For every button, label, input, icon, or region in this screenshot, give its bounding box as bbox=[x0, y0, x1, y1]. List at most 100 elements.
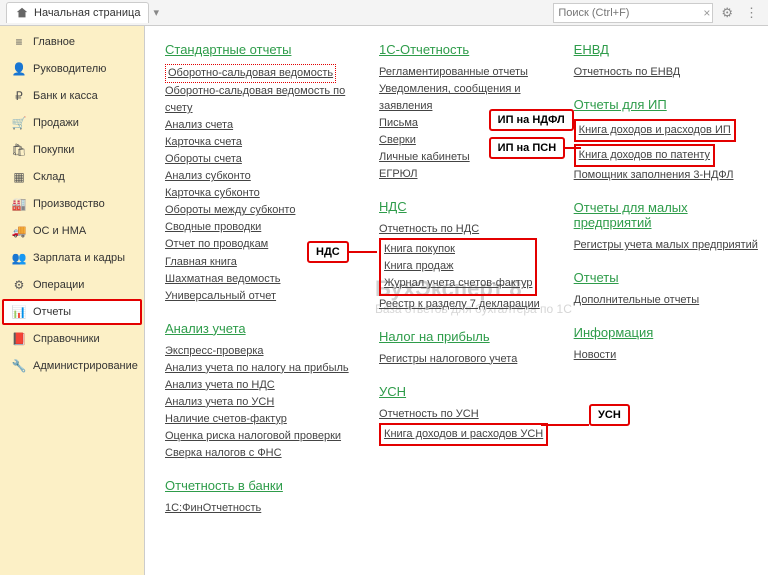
section-title-envd[interactable]: ЕНВД bbox=[574, 42, 758, 57]
nav-salary[interactable]: 👥Зарплата и кадры bbox=[2, 245, 142, 271]
content: БухЭксперт 8База ответов для бухгалтера … bbox=[145, 26, 768, 575]
section-standard-reports: Стандартные отчеты Оборотно-сальдовая ве… bbox=[165, 42, 359, 305]
link-profit-tax-analysis[interactable]: Анализ учета по налогу на прибыль bbox=[165, 360, 359, 377]
link-subconto-card[interactable]: Карточка субконто bbox=[165, 185, 359, 202]
bag-icon: 🛍 bbox=[12, 143, 26, 157]
topbar: Начальная страница ▾ × ⚙ ⋮ bbox=[0, 0, 768, 26]
callout-usn: УСН bbox=[589, 404, 630, 426]
link-tax-registers[interactable]: Регистры налогового учета bbox=[379, 351, 554, 368]
section-title-standard[interactable]: Стандартные отчеты bbox=[165, 42, 359, 57]
link-envd-reporting[interactable]: Отчетность по ЕНВД bbox=[574, 64, 758, 81]
callout-nds-line bbox=[349, 251, 377, 253]
link-invoice-presence[interactable]: Наличие счетов-фактур bbox=[165, 411, 359, 428]
section-title-profit[interactable]: Налог на прибыль bbox=[379, 329, 554, 344]
column-1: Стандартные отчеты Оборотно-сальдовая ве… bbox=[165, 42, 359, 533]
link-sales-book[interactable]: Книга продаж bbox=[384, 258, 532, 275]
section-reports: Отчеты Дополнительные отчеты bbox=[574, 270, 758, 309]
chart-icon: 📊 bbox=[12, 305, 26, 319]
callout-ip-ndfl: ИП на НДФЛ bbox=[489, 109, 574, 131]
link-news[interactable]: Новости bbox=[574, 347, 758, 364]
section-title-reports[interactable]: Отчеты bbox=[574, 270, 758, 285]
home-icon bbox=[15, 6, 29, 20]
section-bank-reporting: Отчетность в банки 1С:ФинОтчетность bbox=[165, 478, 359, 517]
link-usn-reporting[interactable]: Отчетность по УСН bbox=[379, 406, 554, 423]
section-title-bank[interactable]: Отчетность в банки bbox=[165, 478, 359, 493]
link-consolidated[interactable]: Сводные проводки bbox=[165, 219, 359, 236]
link-nds-analysis[interactable]: Анализ учета по НДС bbox=[165, 377, 359, 394]
tab-dropdown-icon[interactable]: ▾ bbox=[153, 6, 159, 19]
nav-operations[interactable]: ⚙Операции bbox=[2, 272, 142, 298]
nav-directories[interactable]: 📕Справочники bbox=[2, 326, 142, 352]
wrench-icon: 🔧 bbox=[12, 359, 26, 373]
main: ≡Главное 👤Руководителю ₽Банк и касса 🛒Пр… bbox=[0, 26, 768, 575]
nav-sales[interactable]: 🛒Продажи bbox=[2, 110, 142, 136]
link-usn-book[interactable]: Книга доходов и расходов УСН bbox=[384, 426, 543, 443]
nav-production[interactable]: 🏭Производство bbox=[2, 191, 142, 217]
link-account-card[interactable]: Карточка счета bbox=[165, 134, 359, 151]
link-fin-report[interactable]: 1С:ФинОтчетность bbox=[165, 500, 359, 517]
usn-highlighted-box: Книга доходов и расходов УСН bbox=[379, 423, 548, 446]
link-fns-reconcile[interactable]: Сверка налогов с ФНС bbox=[165, 445, 359, 462]
link-invoice-journal[interactable]: Журнал учета счетов-фактур bbox=[384, 275, 532, 292]
link-3ndfl[interactable]: Помощник заполнения 3-НДФЛ bbox=[574, 167, 758, 184]
section-title-1c[interactable]: 1С-Отчетность bbox=[379, 42, 554, 57]
section-info: Информация Новости bbox=[574, 325, 758, 364]
link-ip-income-book[interactable]: Книга доходов и расходов ИП bbox=[579, 122, 731, 139]
nds-highlighted-box: Книга покупок Книга продаж Журнал учета … bbox=[379, 238, 537, 295]
sidebar: ≡Главное 👤Руководителю ₽Банк и касса 🛒Пр… bbox=[0, 26, 145, 575]
link-nds-reporting[interactable]: Отчетность по НДС bbox=[379, 221, 554, 238]
callout-ip-psn: ИП на ПСН bbox=[489, 137, 565, 159]
link-egrul[interactable]: ЕГРЮЛ bbox=[379, 166, 554, 183]
link-patent-book[interactable]: Книга доходов по патенту bbox=[579, 147, 710, 164]
link-risk-assessment[interactable]: Оценка риска налоговой проверки bbox=[165, 428, 359, 445]
column-3: ЕНВД Отчетность по ЕНВД ИП на НДФЛ ИП на… bbox=[574, 42, 758, 533]
nav-manager[interactable]: 👤Руководителю bbox=[2, 56, 142, 82]
section-ip-reports: ИП на НДФЛ ИП на ПСН Отчеты для ИП Книга… bbox=[574, 97, 758, 184]
people-icon: 👥 bbox=[12, 251, 26, 265]
nav-main[interactable]: ≡Главное bbox=[2, 29, 142, 55]
section-title-small[interactable]: Отчеты для малых предприятий bbox=[574, 200, 758, 230]
search-box[interactable]: × bbox=[553, 3, 713, 23]
list-icon: ≡ bbox=[12, 35, 26, 49]
menu-icon[interactable]: ⋮ bbox=[741, 5, 762, 21]
nav-purchases[interactable]: 🛍Покупки bbox=[2, 137, 142, 163]
link-additional-reports[interactable]: Дополнительные отчеты bbox=[574, 292, 758, 309]
section-envd: ЕНВД Отчетность по ЕНВД bbox=[574, 42, 758, 81]
link-osv-account[interactable]: Оборотно-сальдовая ведомость по счету bbox=[165, 83, 359, 117]
section-small-business: Отчеты для малых предприятий Регистры уч… bbox=[574, 200, 758, 254]
grid-icon: ▦ bbox=[12, 170, 26, 184]
gear-small-icon: ⚙ bbox=[12, 278, 26, 292]
nav-reports[interactable]: 📊Отчеты bbox=[2, 299, 142, 325]
tab-home[interactable]: Начальная страница bbox=[6, 2, 149, 23]
link-chess[interactable]: Шахматная ведомость bbox=[165, 271, 359, 288]
link-small-registers[interactable]: Регистры учета малых предприятий bbox=[574, 237, 758, 254]
section-title-usn[interactable]: УСН bbox=[379, 384, 554, 399]
link-osv[interactable]: Оборотно-сальдовая ведомость bbox=[165, 64, 336, 83]
section-title-ip[interactable]: Отчеты для ИП bbox=[574, 97, 758, 112]
nav-admin[interactable]: 🔧Администрирование bbox=[2, 353, 142, 379]
link-universal[interactable]: Универсальный отчет bbox=[165, 288, 359, 305]
link-purchase-book[interactable]: Книга покупок bbox=[384, 241, 532, 258]
cart-icon: 🛒 bbox=[12, 116, 26, 130]
link-usn-analysis[interactable]: Анализ учета по УСН bbox=[165, 394, 359, 411]
link-account-analysis[interactable]: Анализ счета bbox=[165, 117, 359, 134]
ruble-icon: ₽ bbox=[12, 89, 26, 103]
search-input[interactable] bbox=[558, 7, 700, 19]
section-title-analysis[interactable]: Анализ учета bbox=[165, 321, 359, 336]
link-subconto-analysis[interactable]: Анализ субконто bbox=[165, 168, 359, 185]
section-nds: НДС НДС Отчетность по НДС Книга покупок … bbox=[379, 199, 554, 312]
nav-os-nma[interactable]: 🚚ОС и НМА bbox=[2, 218, 142, 244]
section-title-nds[interactable]: НДС bbox=[379, 199, 554, 214]
section-title-info[interactable]: Информация bbox=[574, 325, 758, 340]
ip-ndfl-box: Книга доходов и расходов ИП bbox=[574, 119, 736, 142]
link-subconto-between[interactable]: Обороты между субконто bbox=[165, 202, 359, 219]
link-express-check[interactable]: Экспресс-проверка bbox=[165, 343, 359, 360]
link-account-turnover[interactable]: Обороты счета bbox=[165, 151, 359, 168]
link-regulated[interactable]: Регламентированные отчеты bbox=[379, 64, 554, 81]
search-clear-icon[interactable]: × bbox=[700, 6, 713, 20]
nav-warehouse[interactable]: ▦Склад bbox=[2, 164, 142, 190]
callout-usn-line bbox=[541, 424, 589, 426]
nav-bank[interactable]: ₽Банк и касса bbox=[2, 83, 142, 109]
gear-icon[interactable]: ⚙ bbox=[717, 5, 737, 21]
link-section7[interactable]: Реестр к разделу 7 декларации bbox=[379, 296, 554, 313]
